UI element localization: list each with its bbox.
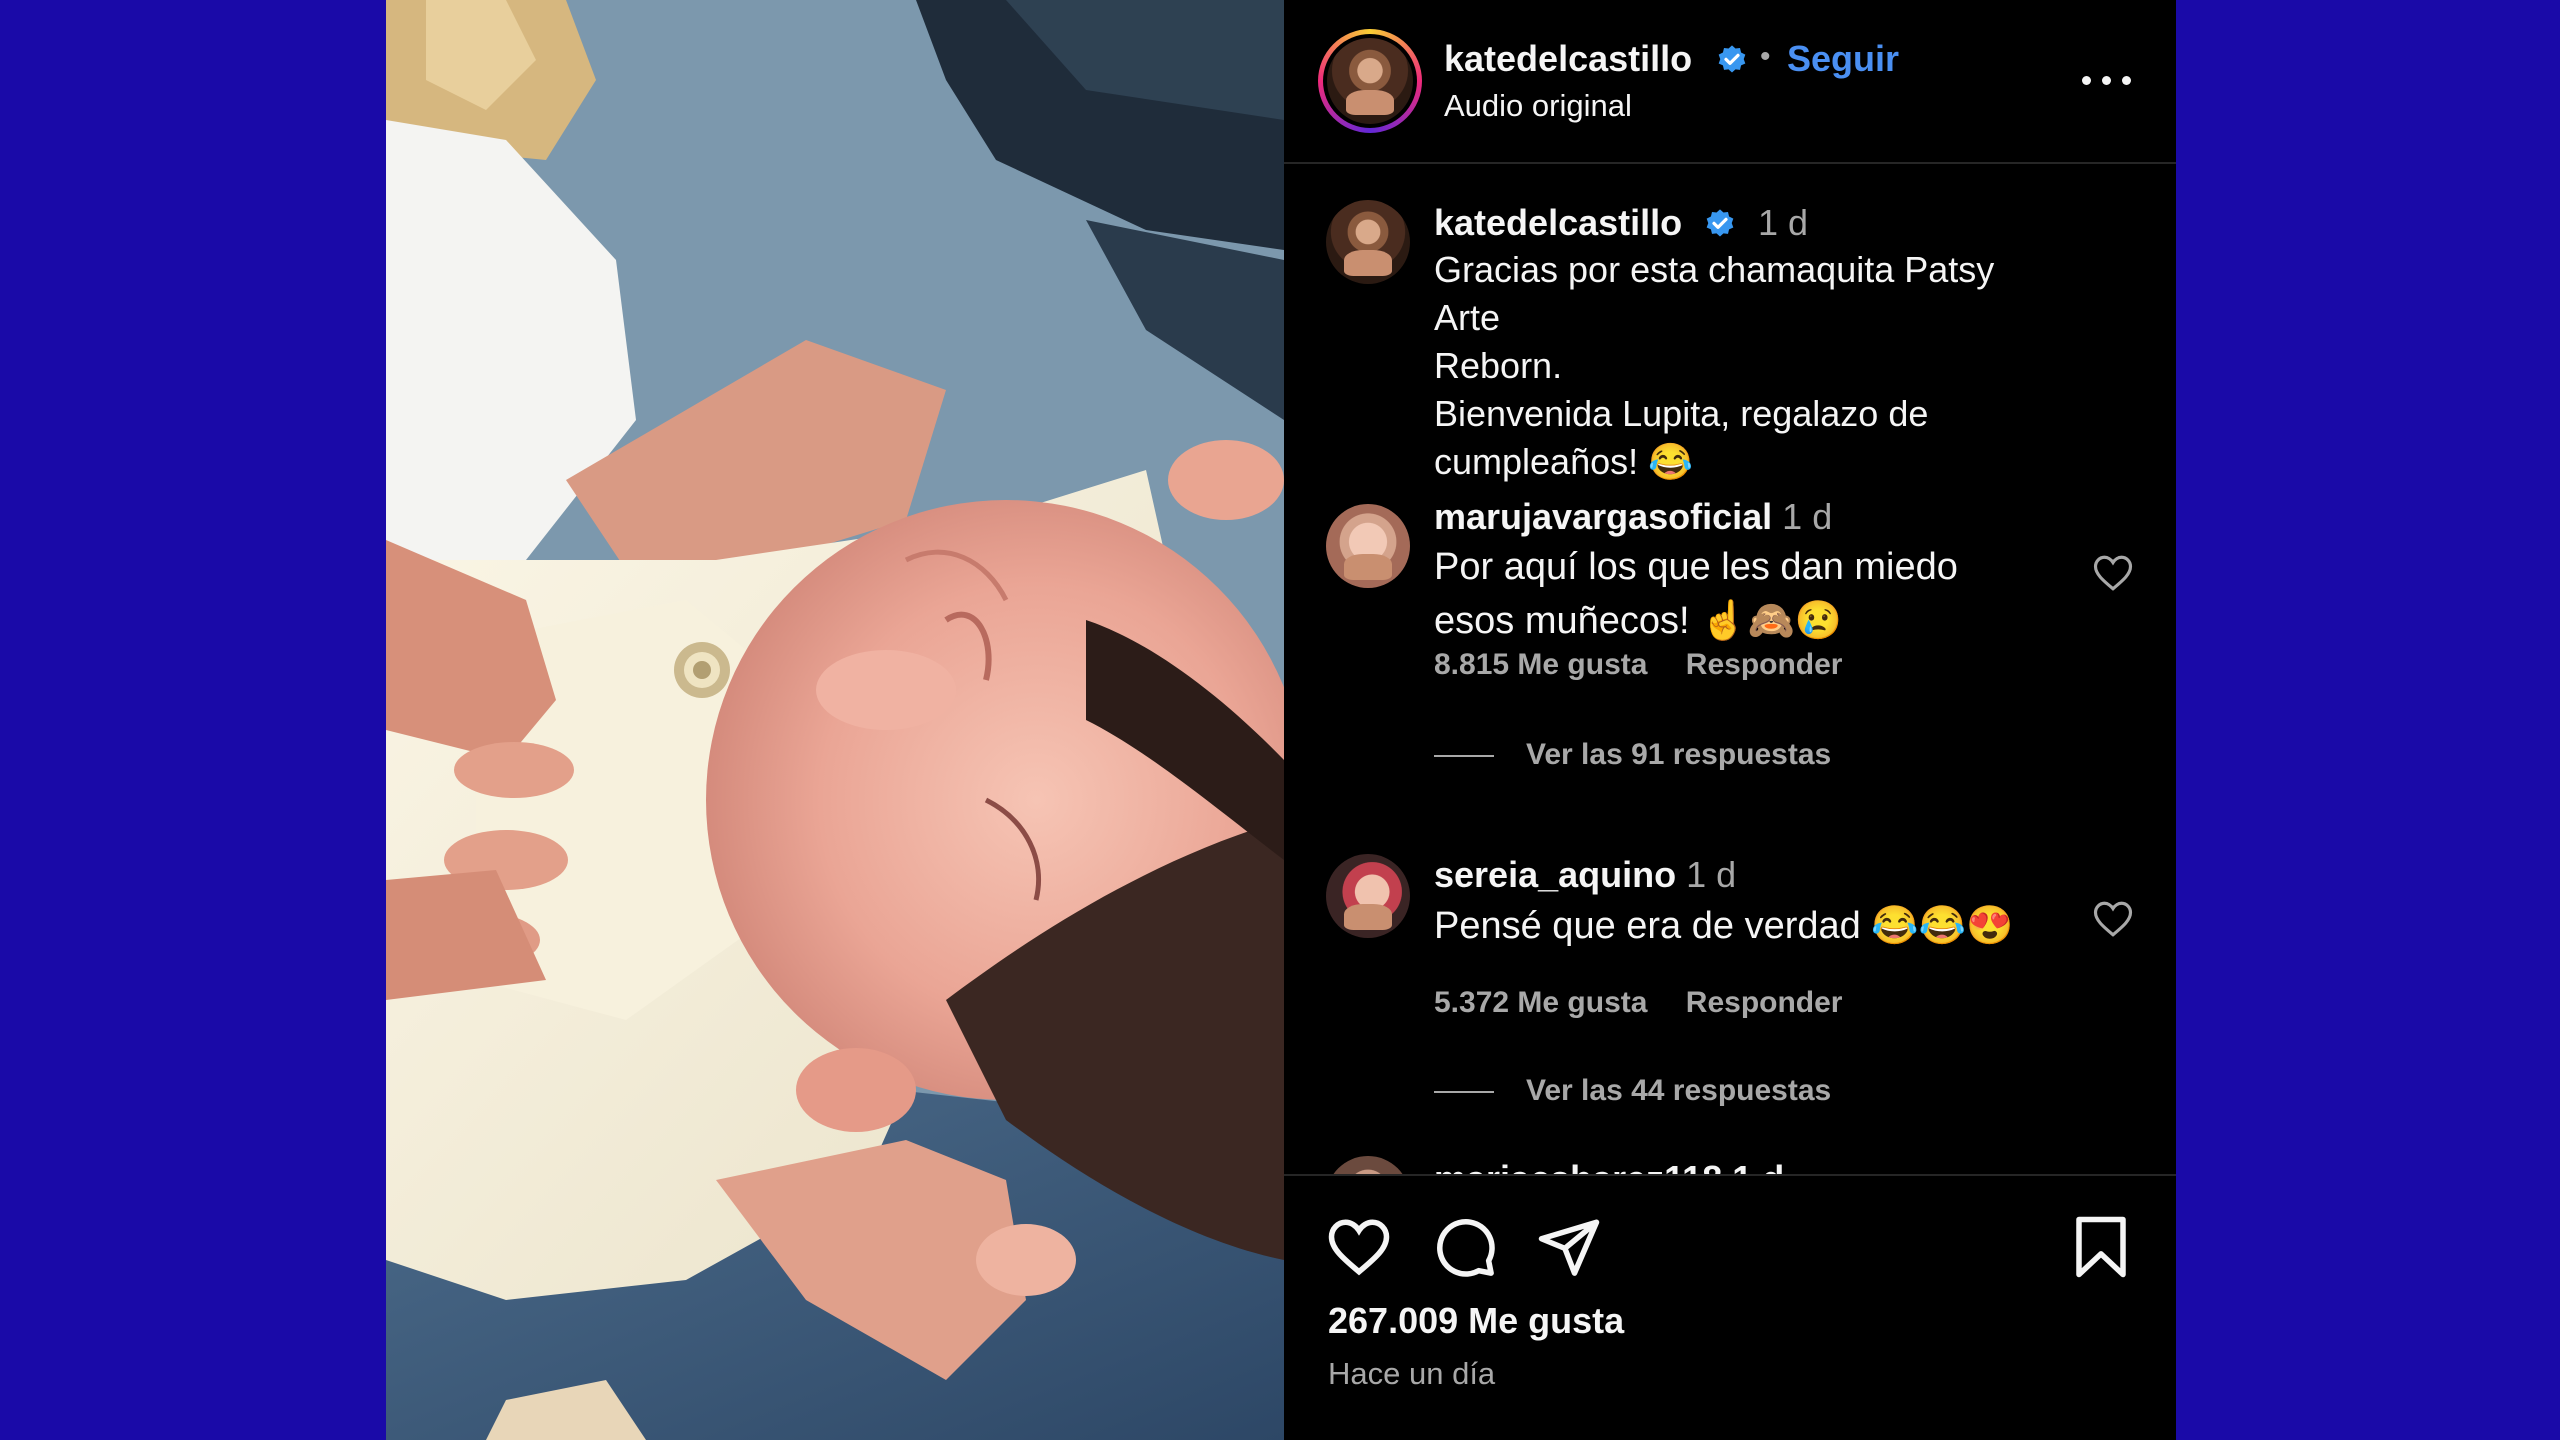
post-media-photo[interactable] bbox=[386, 0, 1284, 1440]
like-comment-heart-icon[interactable] bbox=[2090, 898, 2136, 940]
comment-icon[interactable] bbox=[1432, 1214, 1498, 1280]
comment-meta: 8.815 Me gusta Responder bbox=[1434, 648, 1872, 682]
share-icon[interactable] bbox=[1536, 1214, 1602, 1280]
audio-label[interactable]: Audio original bbox=[1444, 88, 1632, 124]
story-ring[interactable] bbox=[1318, 29, 1422, 133]
view-replies-button[interactable]: Ver las 44 respuestas bbox=[1434, 1074, 1831, 1108]
caption-time: 1 d bbox=[1758, 202, 1809, 243]
view-replies-button[interactable]: Ver las 91 respuestas bbox=[1434, 738, 1831, 772]
like-comment-heart-icon[interactable] bbox=[2090, 552, 2136, 594]
comment-username[interactable]: mariacsharez118 1 d bbox=[1434, 1158, 1784, 1174]
more-options-icon[interactable] bbox=[2078, 62, 2138, 92]
avatar[interactable] bbox=[1326, 1156, 1410, 1174]
post-details-panel: katedelcastillo • Seguir Audio original … bbox=[1284, 0, 2176, 1440]
comment-likes[interactable]: 8.815 Me gusta bbox=[1434, 648, 1647, 681]
post-likes-count[interactable]: 267.009 Me gusta bbox=[1328, 1300, 1624, 1342]
reply-button[interactable]: Responder bbox=[1686, 986, 1843, 1019]
header-username[interactable]: katedelcastillo bbox=[1444, 38, 1692, 80]
caption-text: Gracias por esta chamaquita Patsy Arte R… bbox=[1434, 249, 1995, 482]
bookmark-icon[interactable] bbox=[2068, 1214, 2134, 1280]
separator-dot: • bbox=[1760, 40, 1771, 73]
post-actions: 267.009 Me gusta Hace un día bbox=[1284, 1174, 2176, 1440]
caption-username[interactable]: katedelcastillo bbox=[1434, 202, 1682, 244]
reply-button[interactable]: Responder bbox=[1686, 648, 1843, 681]
video-frame: katedelcastillo • Seguir Audio original … bbox=[0, 0, 2560, 1440]
verified-badge-icon bbox=[1718, 45, 1746, 73]
post-header: katedelcastillo • Seguir Audio original bbox=[1284, 0, 2176, 164]
avatar[interactable] bbox=[1326, 854, 1410, 938]
baby-doll-photo bbox=[386, 0, 1284, 1440]
avatar[interactable] bbox=[1326, 200, 1410, 284]
comment-text: Por aquí los que les dan miedo esos muñe… bbox=[1434, 546, 1958, 642]
avatar[interactable] bbox=[1327, 38, 1413, 124]
post-timestamp: Hace un día bbox=[1328, 1356, 1496, 1391]
comment-username[interactable]: sereia_aquino 1 d bbox=[1434, 854, 1736, 896]
heart-icon[interactable] bbox=[1326, 1214, 1392, 1280]
comment-likes[interactable]: 5.372 Me gusta bbox=[1434, 986, 1647, 1019]
comment-meta: 5.372 Me gusta Responder bbox=[1434, 986, 1872, 1020]
comment-text: Pensé que era de verdad 😂😂😍 bbox=[1434, 905, 2014, 947]
avatar[interactable] bbox=[1326, 504, 1410, 588]
follow-button[interactable]: Seguir bbox=[1787, 38, 1899, 80]
verified-badge-icon bbox=[1706, 209, 1734, 237]
comments-list[interactable]: katedelcastillo 1 d Gracias por esta cha… bbox=[1284, 166, 2176, 1174]
comment-username[interactable]: marujavargasoficial 1 d bbox=[1434, 496, 1832, 538]
